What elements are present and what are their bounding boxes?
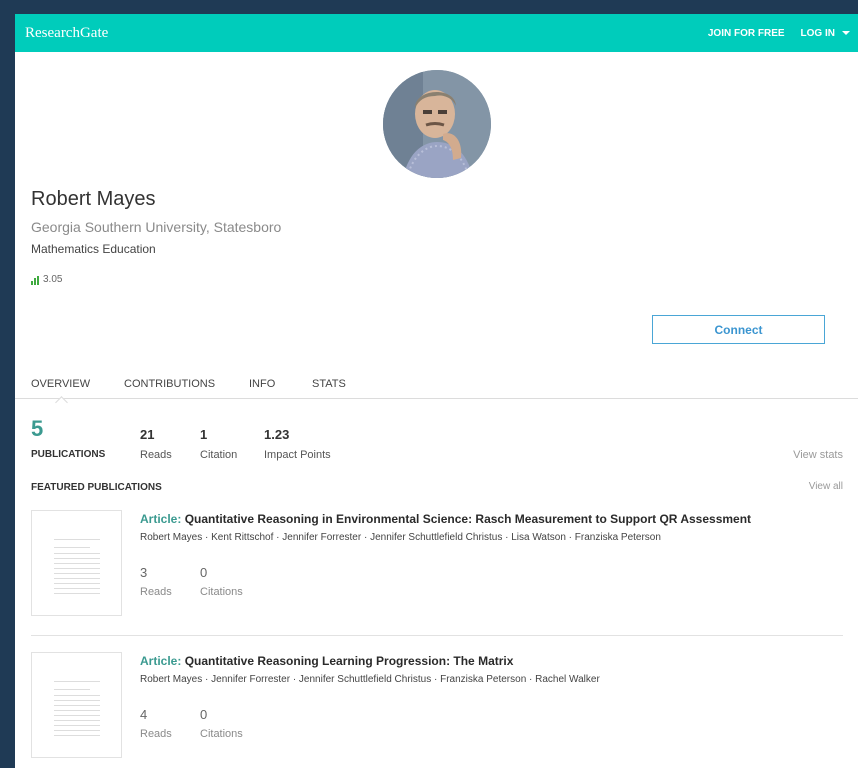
- publication-type: Article:: [140, 512, 182, 526]
- publication-citations-count: 0: [200, 707, 208, 722]
- publication-citations-label: Citations: [200, 586, 243, 598]
- join-for-free-link[interactable]: JOIN FOR FREE: [708, 28, 785, 39]
- caret-down-icon: [842, 30, 850, 35]
- publication-title-link[interactable]: Article: Quantitative Reasoning Learning…: [140, 654, 513, 668]
- profile-institution[interactable]: Georgia Southern University, Statesboro: [31, 219, 281, 235]
- connect-button[interactable]: Connect: [652, 315, 825, 344]
- score-bars-icon: [31, 276, 39, 285]
- profile-name: Robert Mayes: [31, 188, 156, 210]
- publication-title: Quantitative Reasoning in Environmental …: [184, 512, 752, 526]
- publication-divider: [31, 635, 843, 636]
- profile-department: Mathematics Education: [31, 242, 156, 256]
- publications-label: PUBLICATIONS: [31, 449, 106, 460]
- impact-points-value: 1.23: [264, 427, 290, 442]
- publication-title-link[interactable]: Article: Quantitative Reasoning in Envir…: [140, 512, 751, 526]
- top-navigation-bar: ResearchGate JOIN FOR FREE LOG IN: [15, 14, 858, 52]
- publication-authors[interactable]: Robert Mayes · Jennifer Forrester · Jenn…: [140, 674, 600, 685]
- rg-score[interactable]: 3.05: [31, 274, 62, 285]
- tab-overview[interactable]: OVERVIEW: [31, 378, 90, 390]
- browser-content: ResearchGate JOIN FOR FREE LOG IN Robert…: [15, 14, 858, 768]
- publication-reads-count: 4: [140, 707, 148, 722]
- reads-label: Reads: [140, 449, 172, 461]
- avatar-photo: [383, 70, 491, 178]
- log-in-label: LOG IN: [800, 27, 835, 39]
- impact-points-label: Impact Points: [264, 449, 331, 461]
- publication-reads-label: Reads: [140, 728, 172, 740]
- citation-label: Citation: [200, 449, 238, 461]
- publication-thumbnail[interactable]: [31, 510, 122, 616]
- featured-publications-heading: FEATURED PUBLICATIONS: [31, 482, 162, 493]
- top-nav-links: JOIN FOR FREE LOG IN: [708, 14, 850, 52]
- publication-thumbnail[interactable]: [31, 652, 122, 758]
- citation-count: 1: [200, 427, 208, 442]
- profile-tabs: OVERVIEW CONTRIBUTIONS INFO STATS: [15, 372, 858, 399]
- researchgate-logo[interactable]: ResearchGate: [25, 25, 108, 42]
- publication-citations-count: 0: [200, 565, 208, 580]
- publication-authors[interactable]: Robert Mayes · Kent Rittschof · Jennifer…: [140, 532, 661, 543]
- log-in-menu[interactable]: LOG IN: [801, 28, 850, 39]
- tab-info[interactable]: INFO: [249, 378, 275, 390]
- tab-stats[interactable]: STATS: [312, 378, 346, 390]
- publication-type: Article:: [140, 654, 182, 668]
- reads-count: 21: [140, 427, 155, 442]
- publication-title: Quantitative Reasoning Learning Progress…: [184, 654, 514, 668]
- publications-count[interactable]: 5: [31, 416, 43, 442]
- publication-reads-count: 3: [140, 565, 148, 580]
- view-all-link[interactable]: View all: [809, 481, 843, 492]
- tab-contributions[interactable]: CONTRIBUTIONS: [124, 378, 215, 390]
- profile-avatar: [383, 70, 491, 178]
- view-stats-link[interactable]: View stats: [793, 449, 843, 461]
- publication-reads-label: Reads: [140, 586, 172, 598]
- rg-score-value: 3.05: [43, 274, 63, 285]
- publication-citations-label: Citations: [200, 728, 243, 740]
